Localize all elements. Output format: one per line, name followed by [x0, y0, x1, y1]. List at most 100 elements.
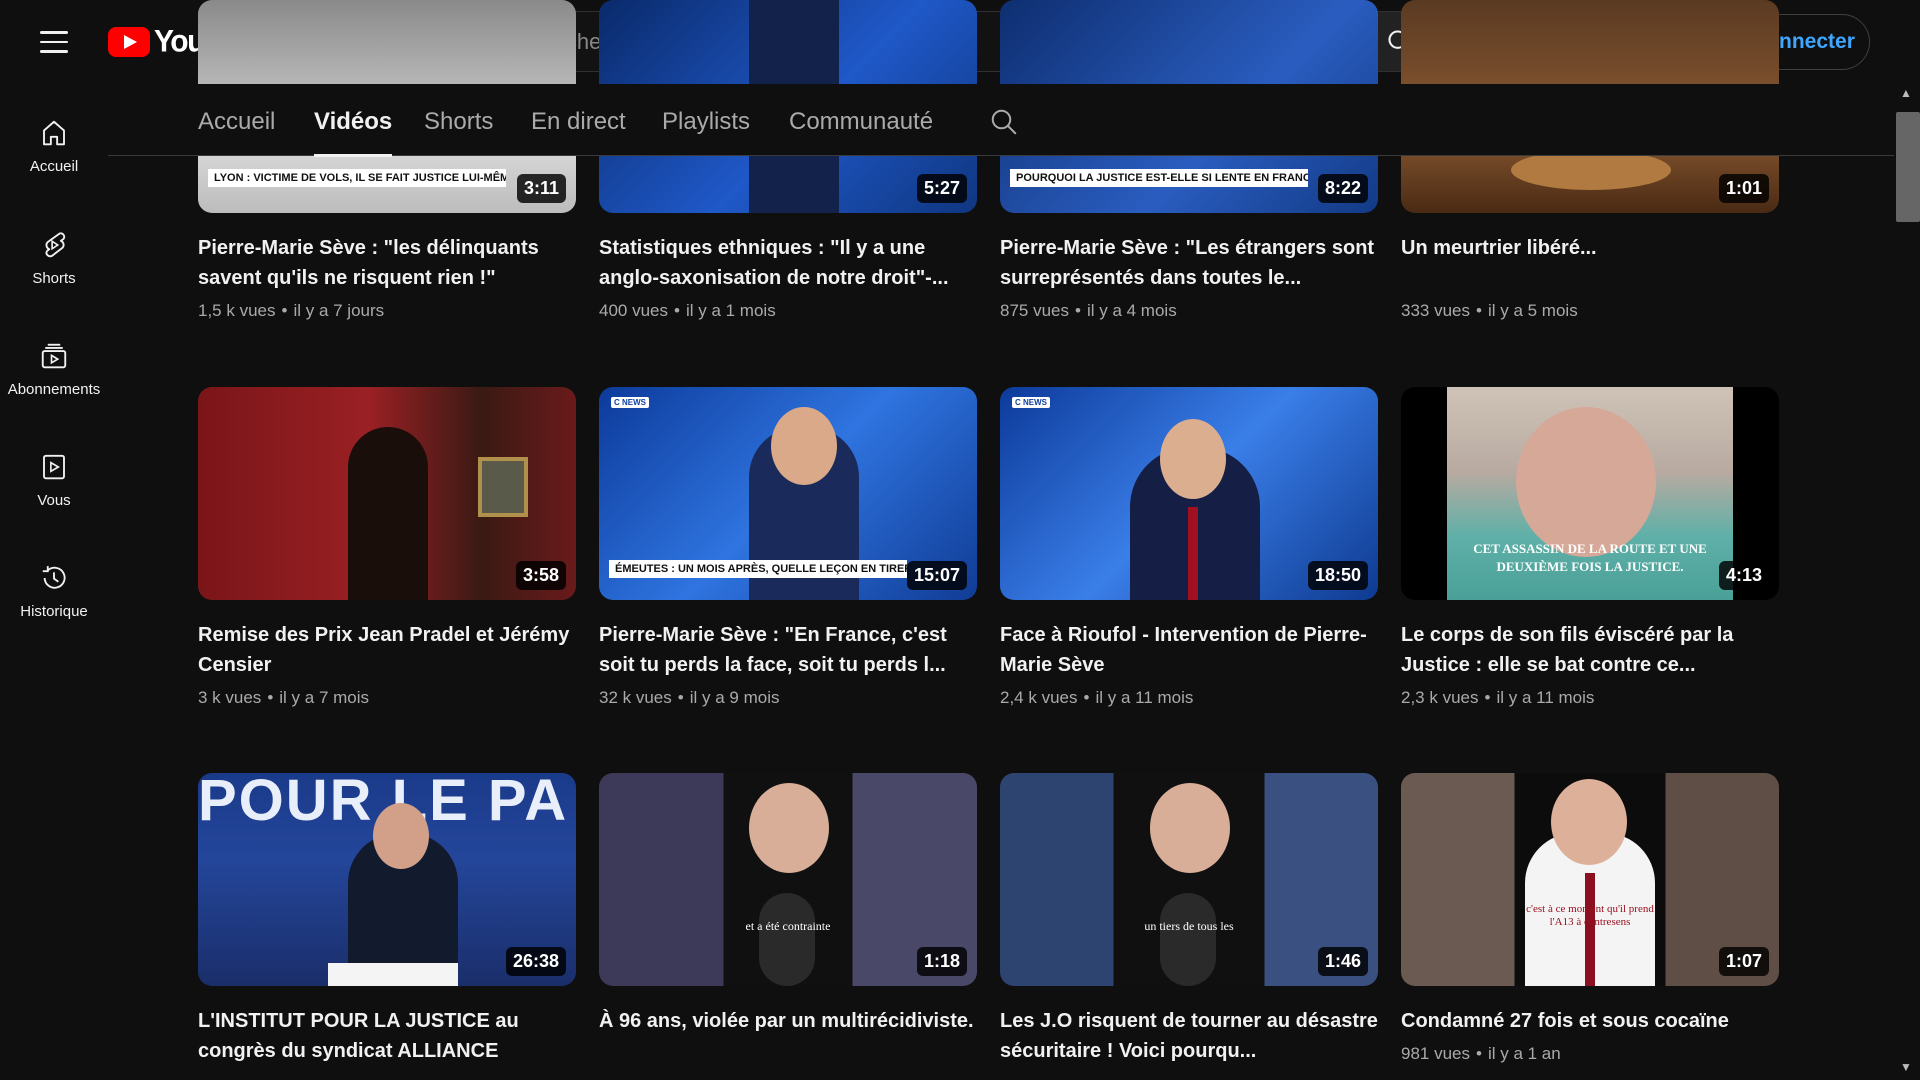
scrollbar-thumb[interactable]	[1896, 112, 1920, 222]
video-thumbnail[interactable]: C NEWS ÉMEUTES : UN MOIS APRÈS, QUELLE L…	[599, 387, 977, 600]
sidebar-item-history[interactable]: Historique	[0, 541, 108, 641]
video-thumbnail[interactable]: c'est à ce moment qu'il prend l'A13 à co…	[1401, 773, 1779, 986]
you-icon	[43, 454, 65, 479]
video-title[interactable]: Condamné 27 fois et sous cocaïne	[1401, 1006, 1779, 1036]
shorts-icon	[45, 231, 66, 257]
view-count: 32 k vues	[599, 688, 672, 707]
sidebar: Accueil Shorts Abonnements Vous Historiq…	[0, 84, 108, 1080]
video-meta: 981 vues • il y a 1 an	[1401, 1044, 1561, 1063]
video-meta: 400 vues • il y a 1 mois	[599, 301, 776, 320]
sidebar-item-label: Historique	[20, 602, 88, 620]
search-icon	[991, 109, 1017, 135]
tab-communaute[interactable]: Communauté	[789, 108, 933, 156]
scrollbar[interactable]	[1894, 84, 1920, 1080]
video-duration: 15:07	[906, 561, 967, 590]
video-title[interactable]: Un meurtrier libéré...	[1401, 233, 1779, 293]
video-title[interactable]: Pierre-Marie Sève : "En France, c'est so…	[599, 620, 977, 680]
video-title[interactable]: Statistiques ethniques : "Il y a une ang…	[599, 233, 977, 293]
upload-age: il y a 11 mois	[1095, 688, 1194, 707]
video-duration: 8:22	[1317, 174, 1368, 203]
video-card[interactable]: C NEWS ÉMEUTES : UN MOIS APRÈS, QUELLE L…	[599, 387, 977, 708]
video-card[interactable]: 1:01 Un meurtrier libéré... 333 vues • il …	[1401, 0, 1779, 321]
sidebar-item-label: Abonnements	[7, 380, 101, 398]
video-title[interactable]: Remise des Prix Jean Pradel et Jérémy Ce…	[198, 620, 576, 680]
video-thumbnail[interactable]: POUR LE PA 26:38	[198, 773, 576, 986]
video-card[interactable]: POUR LE PA 26:38 L'INSTITUT POUR LA JUST…	[198, 773, 576, 1066]
video-duration: 1:01	[1718, 174, 1769, 203]
thumbnail-caption: ÉMEUTES : UN MOIS APRÈS, QUELLE LEÇON EN…	[609, 560, 907, 578]
upload-age: il y a 1 mois	[685, 301, 776, 320]
video-thumbnail[interactable]: C NEWS 18:50	[1000, 387, 1378, 600]
video-thumbnail[interactable]: et a été contrainte 1:18	[599, 773, 977, 986]
video-duration: 3:58	[515, 561, 566, 590]
video-title[interactable]: Les J.O risquent de tourner au désastre …	[1000, 1006, 1378, 1066]
video-meta: 3 k vues • il y a 7 mois	[198, 688, 370, 707]
video-card[interactable]: POURQUOI LA JUSTICE EST-ELLE SI LENTE EN…	[1000, 0, 1378, 321]
video-title[interactable]: À 96 ans, violée par un multirécidiviste…	[599, 1006, 977, 1066]
scroll-down-arrow-icon[interactable]: ▼	[1900, 1060, 1912, 1074]
thumbnail-caption: POURQUOI LA JUSTICE EST-ELLE SI LENTE EN…	[1010, 169, 1308, 187]
sidebar-item-label: Vous	[37, 491, 71, 509]
cnews-logo: C NEWS	[1012, 397, 1050, 408]
video-duration: 4:13	[1718, 561, 1769, 590]
video-card[interactable]: 3:58 Remise des Prix Jean Pradel et Jéré…	[198, 387, 576, 708]
subscriptions-icon	[41, 343, 67, 368]
upload-age: il y a 9 mois	[689, 688, 780, 707]
video-title[interactable]: Pierre-Marie Sève : "Les étrangers sont …	[1000, 233, 1378, 293]
video-duration: 3:11	[516, 174, 566, 203]
video-thumbnail[interactable]: CET ASSASSIN DE LA ROUTE ET UNE DEUXIÈME…	[1401, 387, 1779, 600]
cnews-logo: C NEWS	[611, 397, 649, 408]
sidebar-item-you[interactable]: Vous	[0, 430, 108, 530]
thumbnail-caption: c'est à ce moment qu'il prend l'A13 à co…	[1526, 903, 1654, 928]
home-icon	[43, 120, 65, 145]
sidebar-item-label: Shorts	[32, 269, 76, 287]
view-count: 2,4 k vues	[1000, 688, 1078, 707]
thumbnail-caption: et a été contrainte	[745, 919, 831, 933]
upload-age: il y a 4 mois	[1086, 301, 1177, 320]
video-card[interactable]: un tiers de tous les 1:46 Les J.O risque…	[1000, 773, 1378, 1066]
video-duration: 1:46	[1317, 947, 1368, 976]
video-title[interactable]: Le corps de son fils éviscéré par la Jus…	[1401, 620, 1779, 680]
video-card[interactable]: c'est à ce moment qu'il prend l'A13 à co…	[1401, 773, 1779, 1064]
thumbnail-caption: un tiers de tous les	[1144, 919, 1234, 933]
view-count: 875 vues	[1000, 301, 1069, 320]
view-count: 400 vues	[599, 301, 668, 320]
video-thumbnail[interactable]: 3:58	[198, 387, 576, 600]
video-title[interactable]: L'INSTITUT POUR LA JUSTICE au congrès du…	[198, 1006, 576, 1066]
video-grid: LYON : VICTIME DE VOLS, IL SE FAIT JUSTI…	[198, 0, 1878, 1080]
upload-age: il y a 7 mois	[279, 688, 370, 707]
video-meta: 333 vues • il y a 5 mois	[1401, 301, 1578, 320]
tab-accueil[interactable]: Accueil	[198, 108, 275, 156]
tab-playlists[interactable]: Playlists	[662, 108, 750, 156]
video-card[interactable]: et a été contrainte 1:18 À 96 ans, violé…	[599, 773, 977, 1066]
channel-search-button[interactable]	[984, 102, 1024, 142]
history-icon	[42, 565, 66, 589]
video-duration: 5:27	[916, 174, 967, 203]
video-card[interactable]: LYON : VICTIME DE VOLS, IL SE FAIT JUSTI…	[198, 0, 576, 321]
upload-age: il y a 11 mois	[1496, 688, 1595, 707]
sidebar-item-home[interactable]: Accueil	[0, 96, 108, 196]
view-count: 981 vues	[1401, 1044, 1470, 1063]
youtube-play-icon	[108, 27, 150, 57]
tab-shorts[interactable]: Shorts	[424, 108, 493, 156]
video-card[interactable]: CET ASSASSIN DE LA ROUTE ET UNE DEUXIÈME…	[1401, 387, 1779, 708]
sidebar-item-label: Accueil	[29, 157, 79, 175]
video-card[interactable]: C NEWS 18:50 Face à Rioufol - Interventi…	[1000, 387, 1378, 708]
sidebar-item-subscriptions[interactable]: Abonnements	[0, 319, 108, 419]
sidebar-item-shorts[interactable]: Shorts	[0, 208, 108, 308]
view-count: 3 k vues	[198, 688, 262, 707]
video-meta: 875 vues • il y a 4 mois	[1000, 301, 1177, 320]
menu-icon[interactable]	[30, 22, 78, 62]
video-thumbnail[interactable]: un tiers de tous les 1:46	[1000, 773, 1378, 986]
video-title[interactable]: Pierre-Marie Sève : "les délinquants sav…	[198, 233, 576, 293]
view-count: 1,5 k vues	[198, 301, 276, 320]
video-meta: 1,5 k vues • il y a 7 jours	[198, 301, 385, 320]
tab-en-direct[interactable]: En direct	[531, 108, 626, 156]
upload-age: il y a 5 mois	[1487, 301, 1578, 320]
video-title[interactable]: Face à Rioufol - Intervention de Pierre-…	[1000, 620, 1378, 680]
tab-videos[interactable]: Vidéos	[314, 108, 393, 157]
scroll-up-arrow-icon[interactable]: ▲	[1900, 86, 1912, 100]
video-card[interactable]: 5:27 Statistiques ethniques : "Il y a un…	[599, 0, 977, 321]
video-meta: 2,3 k vues • il y a 11 mois	[1401, 688, 1595, 707]
upload-age: il y a 7 jours	[293, 301, 385, 320]
